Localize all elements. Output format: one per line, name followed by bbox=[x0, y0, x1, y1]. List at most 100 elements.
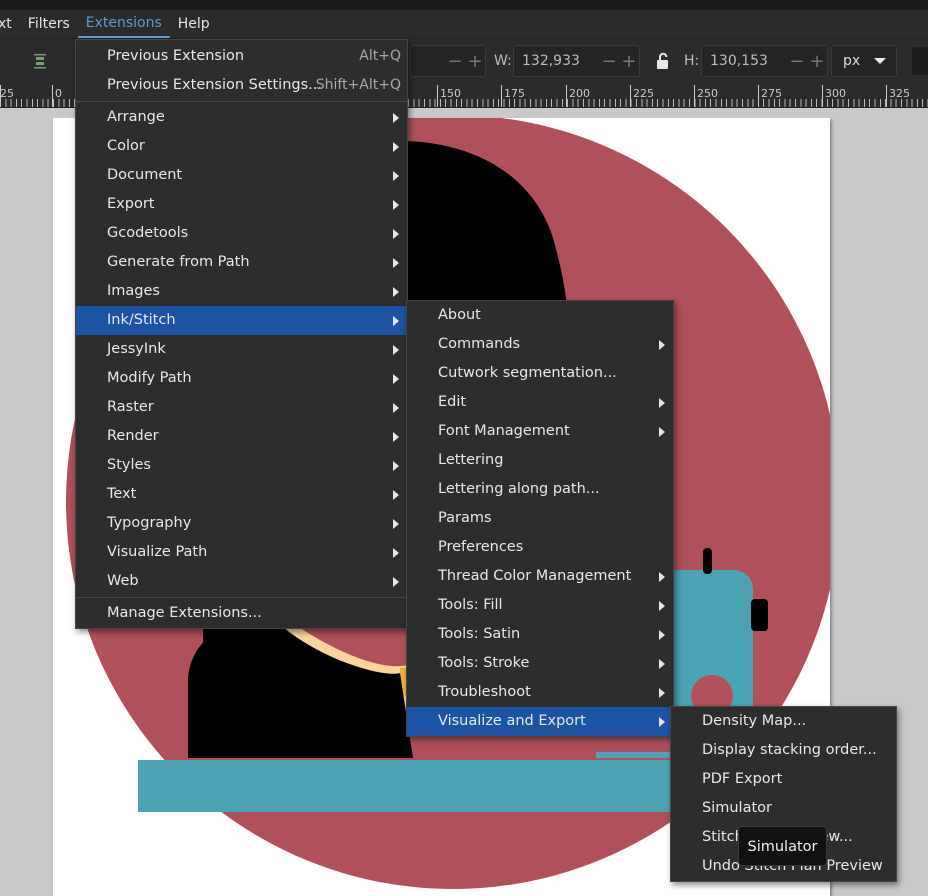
menu-item-label: JessyInk bbox=[107, 341, 166, 357]
height-value: 130,153 bbox=[710, 53, 768, 69]
ruler-label: 200 bbox=[569, 87, 590, 100]
menu-item-previous-extension[interactable]: Previous Extension Alt+Q bbox=[76, 42, 407, 71]
align-icon[interactable] bbox=[31, 53, 49, 71]
menu-item-tools-fill[interactable]: Tools: Fill bbox=[407, 591, 673, 620]
menu-item-label: Tools: Fill bbox=[438, 597, 503, 613]
menu-item-label: Visualize Path bbox=[107, 544, 208, 560]
height-spinbox[interactable]: 130,153 − + bbox=[701, 45, 828, 77]
machine-wheel bbox=[751, 599, 768, 631]
menu-item-lettering-along-path[interactable]: Lettering along path... bbox=[407, 475, 673, 504]
width-value: 132,933 bbox=[522, 53, 580, 69]
menu-item-arrange[interactable]: Arrange bbox=[76, 103, 407, 132]
chevron-right-icon bbox=[659, 717, 665, 727]
lock-open-icon[interactable] bbox=[654, 52, 672, 70]
chevron-right-icon bbox=[659, 340, 665, 350]
chevron-right-icon bbox=[393, 548, 399, 558]
plus-icon[interactable]: + bbox=[619, 51, 639, 72]
menu-item-troubleshoot[interactable]: Troubleshoot bbox=[407, 678, 673, 707]
menu-item-previous-extension-settings[interactable]: Previous Extension Settings... Shift+Alt+… bbox=[76, 71, 407, 100]
menu-help[interactable]: Help bbox=[170, 10, 218, 38]
menu-item-label: Modify Path bbox=[107, 370, 192, 386]
menu-item-lettering[interactable]: Lettering bbox=[407, 446, 673, 475]
menu-item-raster[interactable]: Raster bbox=[76, 393, 407, 422]
y-spinbox[interactable]: − + bbox=[410, 45, 486, 77]
machine-spindle bbox=[703, 548, 712, 574]
menu-item-document[interactable]: Document bbox=[76, 161, 407, 190]
menu-item-render[interactable]: Render bbox=[76, 422, 407, 451]
ruler-major-tick bbox=[52, 85, 53, 107]
menu-item-modify-path[interactable]: Modify Path bbox=[76, 364, 407, 393]
width-spinbox[interactable]: 132,933 − + bbox=[513, 45, 640, 77]
menu-item-label: Simulator bbox=[702, 800, 772, 816]
chevron-right-icon bbox=[659, 398, 665, 408]
menu-item-visualize-path[interactable]: Visualize Path bbox=[76, 538, 407, 567]
menu-item-generate-from-path[interactable]: Generate from Path bbox=[76, 248, 407, 277]
menu-item-jessyink[interactable]: JessyInk bbox=[76, 335, 407, 364]
menu-item-density-map[interactable]: Density Map... bbox=[671, 707, 896, 736]
ruler-label: 325 bbox=[889, 87, 910, 100]
menu-item-color[interactable]: Color bbox=[76, 132, 407, 161]
menu-item-simulator[interactable]: Simulator bbox=[671, 794, 896, 823]
menu-item-visualize-and-export[interactable]: Visualize and Export bbox=[407, 707, 673, 736]
menu-item-commands[interactable]: Commands bbox=[407, 330, 673, 359]
menu-separator bbox=[76, 597, 407, 598]
chevron-right-icon bbox=[393, 316, 399, 326]
chevron-right-icon bbox=[393, 345, 399, 355]
menu-item-export[interactable]: Export bbox=[76, 190, 407, 219]
menu-item-images[interactable]: Images bbox=[76, 277, 407, 306]
toolbar-overflow-button[interactable] bbox=[912, 47, 928, 75]
ruler-label: 300 bbox=[825, 87, 846, 100]
menu-item-tools-stroke[interactable]: Tools: Stroke bbox=[407, 649, 673, 678]
chevron-right-icon bbox=[393, 490, 399, 500]
menu-item-styles[interactable]: Styles bbox=[76, 451, 407, 480]
menu-item-label: Previous Extension Settings... bbox=[107, 77, 322, 93]
chevron-right-icon bbox=[393, 142, 399, 152]
ruler-major-tick bbox=[437, 85, 438, 107]
plus-icon[interactable]: + bbox=[807, 51, 827, 72]
menu-item-label: Previous Extension bbox=[107, 48, 245, 64]
menu-item-label: Tools: Stroke bbox=[438, 655, 530, 671]
menu-item-tools-satin[interactable]: Tools: Satin bbox=[407, 620, 673, 649]
menu-item-label: Images bbox=[107, 283, 160, 299]
menu-item-label: About bbox=[438, 307, 481, 323]
menu-item-label: Document bbox=[107, 167, 183, 183]
menu-item-display-stacking-order[interactable]: Display stacking order... bbox=[671, 736, 896, 765]
menu-item-label: Commands bbox=[438, 336, 521, 352]
plus-icon[interactable]: + bbox=[465, 51, 485, 72]
menu-item-inkstitch[interactable]: Ink/Stitch bbox=[76, 306, 407, 335]
width-label: W: bbox=[494, 53, 512, 69]
menu-extensions[interactable]: Extensions bbox=[77, 10, 170, 38]
menu-item-text[interactable]: Text bbox=[76, 480, 407, 509]
menu-item-pdf-export[interactable]: PDF Export bbox=[671, 765, 896, 794]
chevron-right-icon bbox=[393, 432, 399, 442]
menu-item-label: Manage Extensions... bbox=[107, 605, 262, 621]
menu-item-preferences[interactable]: Preferences bbox=[407, 533, 673, 562]
ruler-label: 225 bbox=[633, 87, 654, 100]
menu-item-about[interactable]: About bbox=[407, 301, 673, 330]
menu-item-manage-extensions[interactable]: Manage Extensions... bbox=[76, 599, 407, 628]
ruler-major-tick bbox=[758, 85, 759, 107]
minus-icon[interactable]: − bbox=[599, 51, 619, 72]
minus-icon[interactable]: − bbox=[787, 51, 807, 72]
menu-text[interactable]: xt bbox=[0, 10, 20, 38]
menu-item-label: Edit bbox=[438, 394, 467, 410]
ruler-major-tick bbox=[566, 85, 567, 107]
menu-item-web[interactable]: Web bbox=[76, 567, 407, 596]
unit-select[interactable]: px bbox=[831, 45, 897, 77]
menu-item-label: Gcodetools bbox=[107, 225, 189, 241]
menu-item-label: Ink/Stitch bbox=[107, 312, 176, 328]
menu-item-params[interactable]: Params bbox=[407, 504, 673, 533]
minus-icon[interactable]: − bbox=[445, 51, 465, 72]
menu-item-label: Density Map... bbox=[702, 713, 807, 729]
menu-item-font-management[interactable]: Font Management bbox=[407, 417, 673, 446]
menu-item-edit[interactable]: Edit bbox=[407, 388, 673, 417]
menu-item-cutwork-segmentation[interactable]: Cutwork segmentation... bbox=[407, 359, 673, 388]
ruler-label: 275 bbox=[761, 87, 782, 100]
menu-filters[interactable]: Filters bbox=[20, 10, 78, 38]
menu-item-label: Display stacking order... bbox=[702, 742, 877, 758]
menu-item-thread-color-management[interactable]: Thread Color Management bbox=[407, 562, 673, 591]
menu-item-gcodetools[interactable]: Gcodetools bbox=[76, 219, 407, 248]
menu-item-typography[interactable]: Typography bbox=[76, 509, 407, 538]
chevron-right-icon bbox=[393, 113, 399, 123]
menu-item-label: Web bbox=[107, 573, 139, 589]
